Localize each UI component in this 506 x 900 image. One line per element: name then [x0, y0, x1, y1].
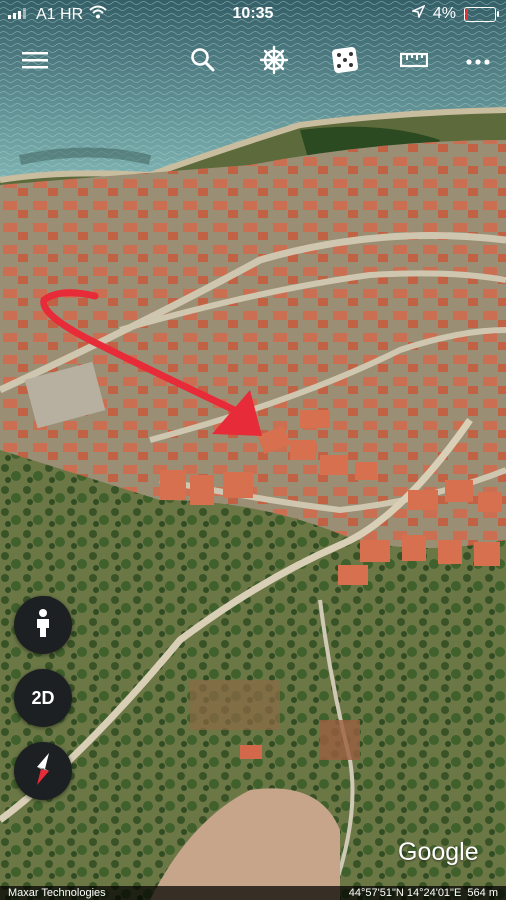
menu-button[interactable]: [15, 40, 55, 84]
menu-icon: [22, 50, 48, 75]
more-button[interactable]: [458, 40, 498, 84]
search-icon: [190, 47, 216, 78]
dice-icon: [330, 45, 360, 80]
person-icon: [34, 608, 52, 643]
status-right: 4%: [410, 4, 499, 23]
location-arrow-icon: [410, 4, 426, 23]
search-button[interactable]: [183, 40, 223, 84]
battery-level: [466, 8, 468, 20]
street-view-button[interactable]: [14, 596, 72, 654]
compass-button[interactable]: [14, 742, 72, 800]
imagery-attribution: Maxar Technologies: [8, 887, 106, 899]
feeling-lucky-button[interactable]: [325, 40, 365, 84]
top-toolbar: [0, 40, 506, 84]
voyager-wheel-icon: [259, 45, 289, 80]
satellite-map[interactable]: [0, 0, 506, 900]
view-mode-toggle[interactable]: 2D: [14, 669, 72, 727]
measure-button[interactable]: [394, 40, 434, 84]
attribution-bar: Maxar Technologies 44°57'51"N 14°24'01"E…: [0, 886, 506, 900]
altitude-value: 564 m: [467, 887, 498, 899]
ruler-icon: [399, 51, 429, 74]
battery-icon: [464, 6, 499, 22]
compass-icon: [28, 751, 58, 792]
coordinates-value: 44°57'51"N 14°24'01"E: [348, 887, 462, 899]
google-logo: Google: [398, 838, 479, 866]
battery-percent: 4%: [432, 5, 456, 22]
voyager-button[interactable]: [254, 40, 294, 84]
status-bar: A1 HR 10:35 4%: [0, 0, 506, 30]
coordinates-readout: 44°57'51"N 14°24'01"E 564 m: [349, 886, 498, 900]
more-icon: [466, 53, 490, 71]
